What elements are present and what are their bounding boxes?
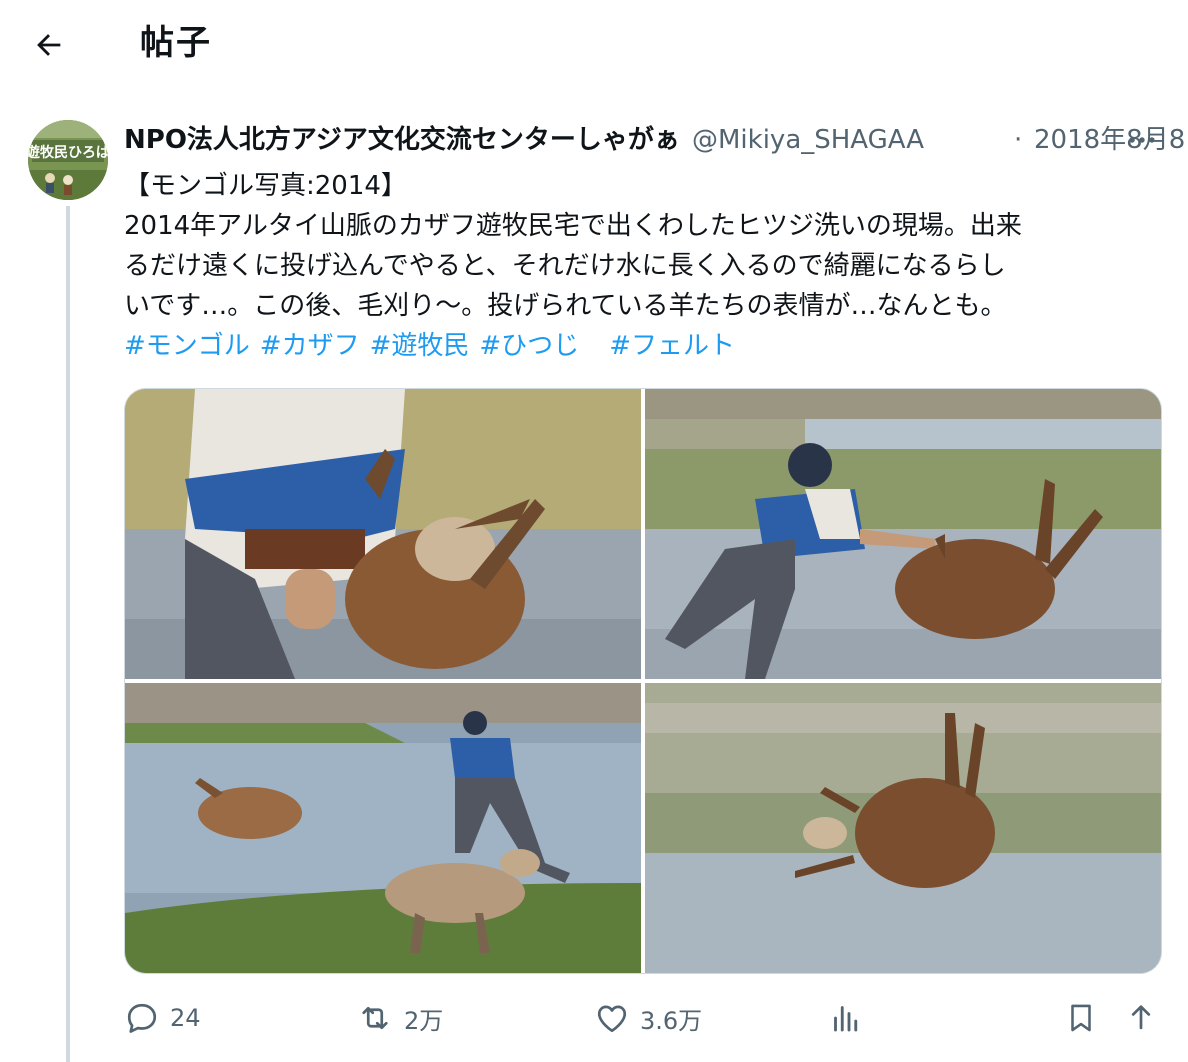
retweet-button[interactable]: 2万 — [356, 994, 443, 1042]
photo-1[interactable] — [125, 389, 641, 679]
tweet-text: 【モンゴル写真:2014】 2014年アルタイ山脈のカザフ遊牧民宅で出くわしたヒ… — [124, 166, 1164, 366]
hashtag-link[interactable]: #ひつじ — [479, 331, 579, 361]
hashtag-list: #モンゴル #カザフ #遊牧民 #ひつじ #フェルト — [124, 326, 1164, 366]
hashtag-link[interactable]: #カザフ — [260, 331, 360, 361]
photo-3[interactable] — [125, 683, 641, 973]
page-title: 帖子 — [140, 23, 212, 63]
separator-dot: · — [1014, 125, 1023, 155]
retweet-icon — [362, 1006, 388, 1030]
action-bar: 24 2万 3.6万 — [124, 994, 1174, 1042]
share-icon — [1131, 1005, 1151, 1030]
tweet-header: NPO法人北方アジア文化交流センターしゃがぁ @Mikiya_SHAGAA · … — [124, 118, 1188, 162]
bookmark-icon — [1071, 1004, 1091, 1032]
bookmark-button[interactable] — [1064, 994, 1098, 1042]
avatar[interactable]: 遊牧民ひろば — [28, 120, 108, 200]
arrow-left-icon — [37, 34, 61, 56]
tweet-line: いです…。この後、毛刈り〜。投げられている羊たちの表情が…なんとも。 — [124, 291, 1007, 321]
heart-icon — [597, 1005, 627, 1033]
more-horizontal-icon — [1129, 137, 1155, 143]
reply-button[interactable]: 24 — [124, 994, 201, 1042]
author-handle[interactable]: @Mikiya_SHAGAA — [692, 118, 1010, 162]
hashtag-link[interactable]: #遊牧民 — [370, 331, 470, 361]
reply-count: 24 — [170, 1004, 201, 1032]
more-options-button[interactable] — [1122, 122, 1162, 158]
photo-4[interactable] — [645, 683, 1161, 973]
comment-icon — [127, 1003, 157, 1033]
author-name[interactable]: NPO法人北方アジア文化交流センターしゃがぁ — [124, 118, 688, 162]
tweet-line: 2014年アルタイ山脈のカザフ遊牧民宅で出くわしたヒツジ洗いの現場。出来 — [124, 211, 1022, 241]
share-button[interactable] — [1124, 994, 1158, 1042]
tweet-date[interactable]: 2018年8月8日 — [1034, 118, 1188, 162]
hashtag-link[interactable]: #フェルト — [609, 331, 735, 361]
media-grid — [124, 388, 1162, 974]
tweet-line: 【モンゴル写真:2014】 — [124, 171, 407, 201]
top-bar: 帖子 — [0, 0, 1188, 90]
bar-chart-icon — [834, 1006, 858, 1032]
like-button[interactable]: 3.6万 — [594, 994, 702, 1042]
thread-line — [66, 206, 70, 1062]
tweet-line: るだけ遠くに投げ込んでやると、それだけ水に長く入るので綺麗になるらし — [124, 251, 1006, 281]
photo-2[interactable] — [645, 389, 1161, 679]
like-count: 3.6万 — [640, 1006, 703, 1035]
retweet-count: 2万 — [404, 1006, 444, 1035]
hashtag-link[interactable]: #モンゴル — [124, 331, 250, 361]
avatar-logo-text: 遊牧民ひろば — [28, 144, 108, 161]
back-button[interactable] — [26, 22, 72, 68]
views-button[interactable] — [828, 994, 864, 1042]
